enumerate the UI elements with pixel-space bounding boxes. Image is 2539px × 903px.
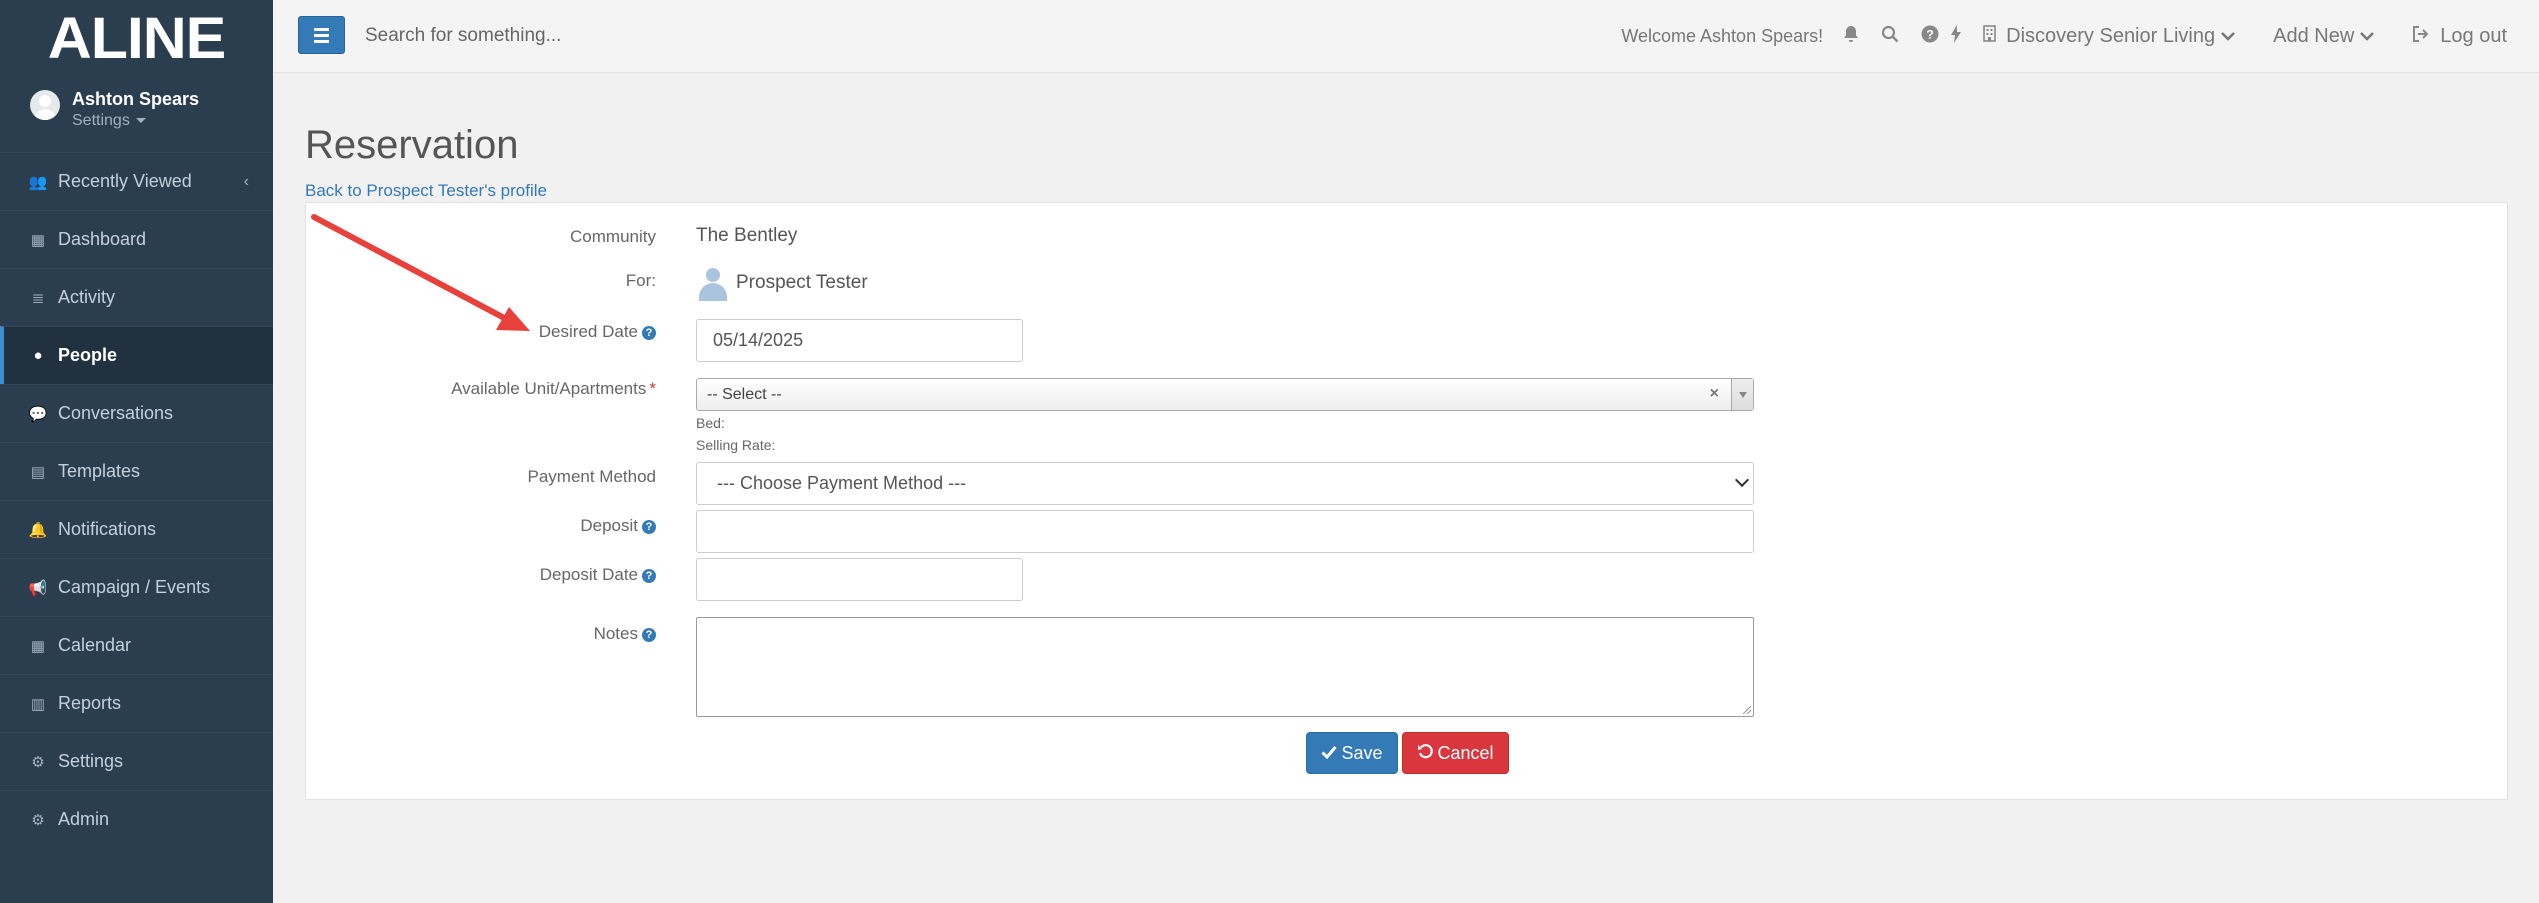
bolt-icon[interactable] — [1951, 24, 1962, 48]
reservation-form: Community The Bentley For: Prospect Test… — [305, 202, 2508, 800]
notes-textarea[interactable] — [696, 617, 1754, 717]
bell-icon: 🔔 — [28, 521, 48, 539]
sidebar-item-dashboard[interactable]: ▦ Dashboard — [0, 210, 273, 268]
sidebar-item-label: Notifications — [58, 519, 157, 539]
cancel-button[interactable]: Cancel — [1402, 732, 1509, 774]
user-name: Ashton Spears — [72, 89, 200, 109]
sidebar: ALINE Ashton Spears Settings 👥 Recently V… — [0, 0, 273, 903]
bullhorn-icon: 📢 — [28, 579, 48, 597]
help-icon[interactable]: ? — [1921, 25, 1939, 48]
gear-icon: ⚙ — [31, 753, 45, 771]
avatar[interactable] — [30, 90, 60, 120]
sidebar-item-campaign-events[interactable]: 📢 Campaign / Events — [0, 558, 273, 616]
sidebar-item-label: Activity — [58, 287, 116, 307]
desired-date-label: Desired Date? — [539, 322, 656, 342]
page-title: Reservation — [305, 123, 519, 167]
sidebar-item-recently-viewed[interactable]: 👥 Recently Viewed ‹ — [0, 152, 273, 210]
help-icon[interactable]: ? — [642, 326, 656, 340]
sidebar-item-label: Calendar — [58, 635, 132, 655]
community-label: Community — [570, 227, 656, 246]
deposit-date-input[interactable] — [696, 558, 1023, 601]
clear-selection-icon[interactable]: × — [1710, 385, 1719, 403]
sidebar-item-label: Settings — [58, 751, 124, 771]
aline-logo[interactable]: ALINE — [0, 0, 273, 71]
unit-select[interactable]: -- Select -- × — [696, 378, 1754, 411]
building-icon — [1983, 25, 1996, 47]
sidebar-item-label: Conversations — [58, 403, 174, 423]
desired-date-input[interactable]: 05/14/2025 — [696, 319, 1023, 362]
help-icon[interactable]: ? — [642, 628, 656, 642]
users-icon: 👥 — [28, 173, 48, 191]
sidebar-item-people[interactable]: ● People — [0, 326, 273, 384]
main-content: Reservation Back to Prospect Tester's pr… — [305, 73, 2508, 800]
chevron-down-icon — [1734, 472, 1750, 488]
sidebar-item-label: Recently Viewed — [58, 171, 192, 191]
welcome-text: Welcome Ashton Spears! — [1621, 25, 1824, 46]
sidebar-item-notifications[interactable]: 🔔 Notifications — [0, 500, 273, 558]
search-icon[interactable] — [1881, 25, 1899, 48]
chat-icon: 💬 — [28, 405, 48, 423]
sidebar-item-label: Dashboard — [58, 229, 147, 249]
sidebar-item-conversations[interactable]: 💬 Conversations — [0, 384, 273, 442]
sidebar-item-label: Reports — [58, 693, 122, 713]
save-button[interactable]: Save — [1306, 732, 1398, 774]
sidebar-nav: 👥 Recently Viewed ‹ ▦ Dashboard ≣ Activity ● Peo… — [0, 152, 273, 848]
selling-rate-label: Selling Rate: — [696, 437, 776, 453]
prospect-avatar-icon — [696, 265, 730, 301]
svg-text:?: ? — [1926, 27, 1933, 41]
notes-label: Notes? — [594, 624, 656, 644]
community-value: The Bentley — [696, 225, 798, 246]
user-settings-dropdown[interactable]: Settings — [72, 110, 199, 132]
bell-icon[interactable] — [1843, 25, 1859, 48]
file-icon: ▤ — [30, 463, 46, 481]
search-input[interactable] — [365, 18, 865, 54]
sidebar-item-label: People — [58, 345, 118, 365]
caret-down-icon — [135, 118, 146, 124]
back-to-profile-link[interactable]: Back to Prospect Tester's profile — [305, 181, 547, 201]
deposit-label: Deposit? — [580, 516, 656, 536]
payment-method-label: Payment Method — [527, 467, 656, 486]
sidebar-item-label: Admin — [58, 809, 110, 829]
logout-link[interactable]: Log out — [2412, 25, 2507, 48]
list-icon: ≣ — [31, 289, 45, 307]
sidebar-item-activity[interactable]: ≣ Activity — [0, 268, 273, 326]
undo-icon — [1417, 743, 1434, 764]
sidebar-item-calendar[interactable]: ▦ Calendar — [0, 616, 273, 674]
check-icon — [1321, 743, 1338, 764]
payment-method-select[interactable]: --- Choose Payment Method --- — [696, 462, 1754, 505]
bed-label: Bed: — [696, 415, 725, 431]
bar-chart-icon: ▥ — [30, 695, 46, 713]
deposit-input[interactable] — [696, 510, 1754, 553]
help-icon[interactable]: ? — [642, 569, 656, 583]
help-icon[interactable]: ? — [642, 520, 656, 534]
sidebar-item-reports[interactable]: ▥ Reports — [0, 674, 273, 732]
sidebar-item-admin[interactable]: ⚙ Admin — [0, 790, 273, 848]
gears-icon: ⚙ — [31, 811, 45, 829]
user-panel: Ashton Spears Settings — [0, 70, 273, 150]
topbar: Welcome Ashton Spears! ? Discovery Senio… — [273, 0, 2539, 73]
sidebar-item-templates[interactable]: ▤ Templates — [0, 442, 273, 500]
sign-out-icon — [2412, 25, 2430, 47]
calendar-icon: ▦ — [30, 637, 46, 655]
sidebar-item-label: Templates — [58, 461, 141, 481]
collapse-chevron-icon[interactable]: ‹ — [244, 173, 249, 191]
chevron-down-icon — [2221, 28, 2235, 44]
add-new-dropdown[interactable]: Add New — [2273, 25, 2375, 48]
for-label: For: — [625, 271, 656, 290]
unit-label: Available Unit/Apartments * — [451, 379, 656, 398]
dropdown-arrow-icon[interactable] — [1731, 379, 1753, 410]
deposit-date-label: Deposit Date? — [540, 565, 656, 585]
chevron-down-icon — [2360, 28, 2375, 44]
person-icon: ● — [33, 347, 43, 364]
dashboard-icon: ▦ — [30, 231, 46, 249]
community-switcher[interactable]: Discovery Senior Living — [1983, 25, 2235, 48]
sidebar-item-settings[interactable]: ⚙ Settings — [0, 732, 273, 790]
sidebar-item-label: Campaign / Events — [58, 577, 211, 597]
prospect-link[interactable]: Prospect Tester — [696, 265, 868, 301]
hamburger-menu-button[interactable] — [298, 16, 345, 54]
